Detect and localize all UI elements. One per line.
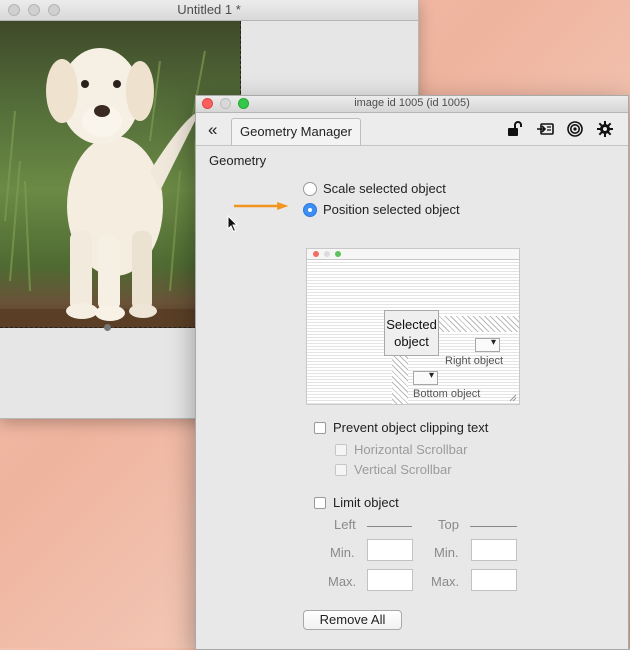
window-title: image id 1005 (id 1005) xyxy=(354,97,470,109)
bottom-stretch-hatch xyxy=(392,356,408,404)
diagram-titlebar xyxy=(307,249,519,260)
checkbox-label: Vertical Scrollbar xyxy=(354,462,452,477)
left-heading: Left xyxy=(334,517,356,532)
top-max-label: Max. xyxy=(431,574,460,589)
toolbar-icons xyxy=(506,120,614,138)
mouse-pointer-icon xyxy=(227,215,239,233)
bottom-object-popup xyxy=(413,370,438,385)
bottom-object-label: Bottom object xyxy=(413,388,481,400)
geometry-manager-window: image id 1005 (id 1005) « Geometry Manag… xyxy=(195,95,629,650)
section-title: Geometry xyxy=(209,153,267,168)
radio-label: Scale selected object xyxy=(323,181,446,196)
checkbox[interactable] xyxy=(314,496,326,509)
resize-handle[interactable] xyxy=(104,324,111,331)
gear-icon[interactable] xyxy=(596,120,614,138)
double-chevron-left-icon[interactable]: « xyxy=(208,120,217,140)
left-min-field[interactable] xyxy=(367,539,413,561)
radio-button-selected[interactable] xyxy=(303,202,317,217)
left-max-label: Max. xyxy=(328,574,357,589)
top-heading-rule xyxy=(470,526,517,527)
window-titlebar: image id 1005 (id 1005) xyxy=(196,96,628,113)
tab-geometry-manager[interactable]: Geometry Manager xyxy=(231,118,361,145)
checkbox-label: Limit object xyxy=(333,495,399,510)
selected-object-label-line1: Selected xyxy=(386,317,437,332)
radio-label: Position selected object xyxy=(323,202,460,217)
left-heading-rule xyxy=(367,526,412,527)
checkbox[interactable] xyxy=(335,463,347,476)
checkbox[interactable] xyxy=(335,443,347,456)
limit-object-checkbox[interactable]: Limit object xyxy=(314,495,399,510)
background-window-title: Untitled 1 * xyxy=(177,2,241,17)
selected-object-box: Selected object xyxy=(384,310,439,356)
right-stretch-hatch xyxy=(439,316,519,332)
top-max-field[interactable] xyxy=(471,569,517,591)
orange-arrow-icon xyxy=(234,202,289,210)
resize-grip-icon xyxy=(509,394,517,402)
checkbox-label: Horizontal Scrollbar xyxy=(354,442,468,457)
target-icon[interactable] xyxy=(566,120,584,138)
right-object-popup xyxy=(475,337,500,352)
horizontal-scrollbar-checkbox[interactable]: Horizontal Scrollbar xyxy=(335,442,467,457)
radio-scale-selected-object[interactable]: Scale selected object xyxy=(303,181,446,196)
left-max-field[interactable] xyxy=(367,569,413,591)
checkbox-label: Prevent object clipping text xyxy=(333,420,489,435)
radio-button[interactable] xyxy=(303,181,317,196)
left-min-label: Min. xyxy=(330,545,355,560)
top-heading: Top xyxy=(438,517,459,532)
checkbox[interactable] xyxy=(314,421,326,434)
diagram-traffic-lights xyxy=(313,251,341,257)
unlock-icon[interactable] xyxy=(506,120,524,138)
toolbar: « Geometry Manager xyxy=(196,113,628,146)
vertical-scrollbar-checkbox[interactable]: Vertical Scrollbar xyxy=(335,462,452,477)
radio-position-selected-object[interactable]: Position selected object xyxy=(303,202,460,217)
remove-all-button[interactable]: Remove All xyxy=(303,610,402,630)
top-min-field[interactable] xyxy=(471,539,517,561)
prevent-clipping-checkbox[interactable]: Prevent object clipping text xyxy=(314,420,488,435)
geometry-diagram: Selected object Right object Bottom obje… xyxy=(306,248,520,405)
top-min-label: Min. xyxy=(434,545,459,560)
message-icon[interactable] xyxy=(536,120,554,138)
selected-object-label-line2: object xyxy=(394,334,429,349)
background-window-titlebar: Untitled 1 * xyxy=(0,0,418,21)
right-object-label: Right object xyxy=(445,355,504,367)
